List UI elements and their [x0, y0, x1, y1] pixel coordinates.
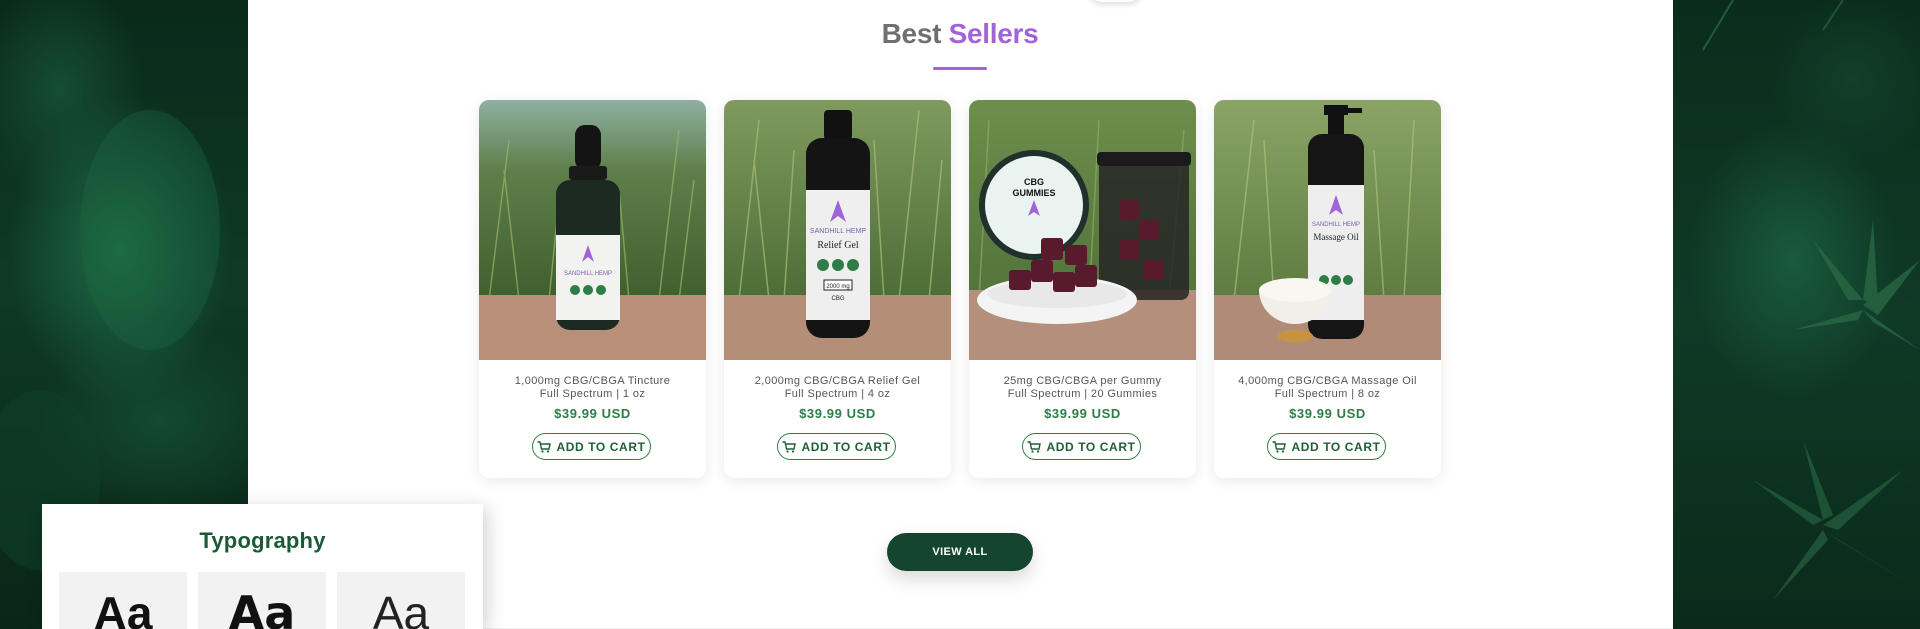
product3-label-lid-line1: CBG: [1024, 177, 1044, 187]
cart-icon: [537, 440, 552, 453]
product-name-line2: Full Spectrum | 1 oz: [539, 388, 646, 400]
typography-sample-bold: Aa: [59, 572, 187, 629]
product-image-relief-gel[interactable]: SANDHILL HEMP Relief Gel 2000 mg CBG: [724, 100, 951, 360]
product2-label-brand: SANDHILL HEMP: [810, 228, 866, 235]
add-to-cart-button[interactable]: ADD TO CART: [777, 433, 896, 460]
product1-label-brand: SANDHILL HEMP: [564, 271, 612, 277]
typography-sample-text: Aa: [372, 587, 430, 629]
product2-label-amount: 2000 mg: [826, 284, 849, 290]
typography-sample-semibold: Aa: [198, 572, 326, 629]
add-to-cart-label: ADD TO CART: [556, 439, 646, 454]
typography-sample-light: Aa: [337, 572, 465, 629]
typography-panel: Typography Aa Aa Aa: [42, 504, 483, 629]
add-to-cart-label: ADD TO CART: [801, 439, 891, 454]
cart-icon: [1027, 440, 1042, 453]
add-to-cart-button[interactable]: ADD TO CART: [1267, 433, 1386, 460]
product-card-massage-oil[interactable]: SANDHILL HEMP Massage Oil 4,000mg CBG/CB…: [1214, 100, 1441, 478]
product-image-tincture[interactable]: SANDHILL HEMP: [479, 100, 706, 360]
add-to-cart-label: ADD TO CART: [1291, 439, 1381, 454]
add-to-cart-button[interactable]: ADD TO CART: [1022, 433, 1141, 460]
background-right-foliage: [1673, 0, 1920, 629]
section-title-underline: [933, 67, 987, 70]
product-name-line1: 25mg CBG/CBGA per Gummy: [1003, 375, 1162, 387]
product2-label-product: Relief Gel: [817, 240, 859, 251]
product-name-line1: 4,000mg CBG/CBGA Massage Oil: [1238, 375, 1417, 387]
product-name-line2: Full Spectrum | 8 oz: [1274, 388, 1381, 400]
add-to-cart-button[interactable]: ADD TO CART: [532, 433, 651, 460]
product-price: $39.99 USD: [799, 406, 876, 421]
product-card-relief-gel[interactable]: SANDHILL HEMP Relief Gel 2000 mg CBG 2,0…: [724, 100, 951, 478]
product-card-gummies[interactable]: CBG GUMMIES 25mg CBG/CBGA per Gummy Full…: [969, 100, 1196, 478]
product4-label-brand: SANDHILL HEMP: [1312, 222, 1360, 228]
product-name[interactable]: 1,000mg CBG/CBGA Tincture Full Spectrum …: [487, 375, 698, 401]
product-price: $39.99 USD: [1044, 406, 1121, 421]
cannabis-leaf-icon: [1702, 0, 1920, 600]
product-image-gummies[interactable]: CBG GUMMIES: [969, 100, 1196, 360]
product-card-tincture[interactable]: SANDHILL HEMP 1,000mg CBG/CBGA Tincture …: [479, 100, 706, 478]
typography-title: Typography: [199, 528, 326, 553]
typography-sample-text: Aa: [228, 586, 296, 629]
cart-icon: [782, 440, 797, 453]
product3-label-lid-line2: GUMMIES: [1012, 188, 1055, 198]
product-price: $39.99 USD: [1289, 406, 1366, 421]
product-name[interactable]: 2,000mg CBG/CBGA Relief Gel Full Spectru…: [732, 375, 943, 401]
product-name[interactable]: 25mg CBG/CBGA per Gummy Full Spectrum | …: [977, 375, 1188, 401]
product-name-line2: Full Spectrum | 4 oz: [784, 388, 891, 400]
section-title-part1: Best: [881, 18, 942, 49]
product-image-massage-oil[interactable]: SANDHILL HEMP Massage Oil: [1214, 100, 1441, 360]
typography-sample-text: Aa: [93, 587, 153, 629]
product-name-line1: 2,000mg CBG/CBGA Relief Gel: [754, 375, 921, 387]
view-all-button[interactable]: VIEW ALL: [887, 533, 1033, 571]
product4-label-product: Massage Oil: [1313, 232, 1359, 242]
product-name-line2: Full Spectrum | 20 Gummies: [1007, 388, 1158, 400]
section-title: Best Sellers: [0, 18, 1920, 50]
product-price: $39.99 USD: [554, 406, 631, 421]
product2-label-cbg: CBG: [831, 296, 844, 302]
product-name[interactable]: 4,000mg CBG/CBGA Massage Oil Full Spectr…: [1222, 375, 1433, 401]
section-title-part2: Sellers: [948, 18, 1039, 49]
cart-icon: [1272, 440, 1287, 453]
add-to-cart-label: ADD TO CART: [1046, 439, 1136, 454]
product-name-line1: 1,000mg CBG/CBGA Tincture: [514, 375, 671, 387]
